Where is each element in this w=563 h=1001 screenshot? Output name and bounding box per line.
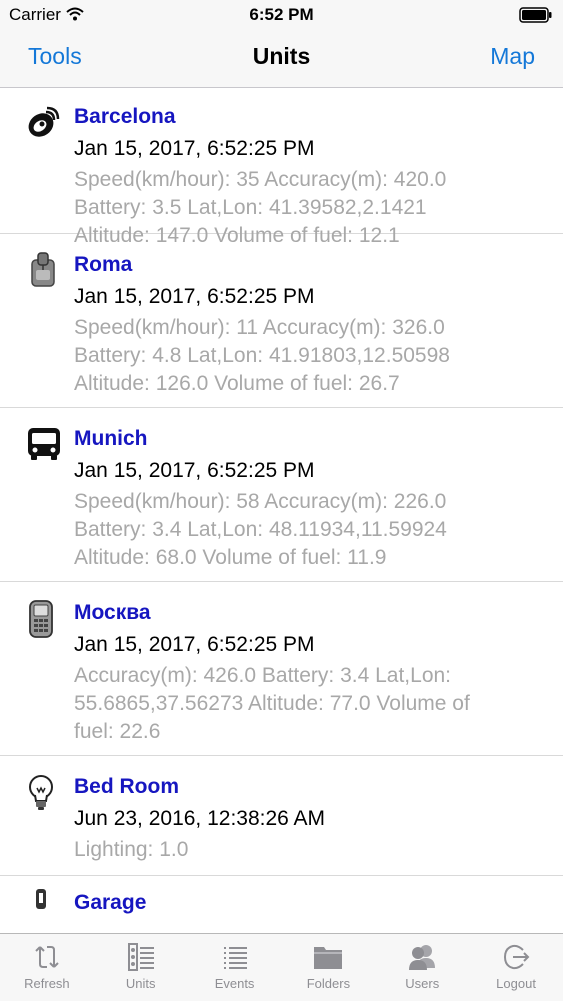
tab-label: Users bbox=[405, 976, 440, 991]
tab-logout[interactable]: Logout bbox=[469, 934, 563, 1001]
tab-label: Logout bbox=[496, 976, 536, 991]
unit-name: Москва bbox=[74, 601, 151, 624]
unit-date: Jan 15, 2017, 6:52:25 PM bbox=[74, 285, 315, 308]
logout-icon bbox=[504, 944, 530, 970]
tab-bar: Refresh Units Events Folders Users Logou… bbox=[0, 933, 563, 1001]
unit-name: Munich bbox=[74, 427, 148, 450]
detail-line: fuel: 22.6 bbox=[74, 720, 161, 743]
units-icon bbox=[127, 943, 154, 971]
tab-users[interactable]: Users bbox=[375, 934, 469, 1001]
detail-line: 55.6865,37.56273 Altitude: 77.0 Volume o… bbox=[74, 692, 470, 715]
detail-line: Altitude: 68.0 Volume of fuel: 11.9 bbox=[74, 546, 387, 569]
map-button[interactable]: Map bbox=[490, 43, 535, 70]
unit-row-garage[interactable]: Garage bbox=[0, 876, 563, 933]
unit-details: Speed(km/hour): 11 Accuracy(m): 326.0 Ba… bbox=[74, 314, 549, 398]
detail-line: Speed(km/hour): 58 Accuracy(m): 226.0 bbox=[74, 490, 447, 513]
unit-name: Bed Room bbox=[74, 775, 179, 798]
unit-date: Jun 23, 2016, 12:38:26 AM bbox=[74, 807, 326, 830]
detail-line: Battery: 4.8 Lat,Lon: 41.91803,12.50598 bbox=[74, 344, 450, 367]
unit-name: Garage bbox=[74, 891, 147, 914]
tab-label: Units bbox=[125, 976, 156, 991]
page-title: Units bbox=[252, 43, 311, 69]
detail-line: Accuracy(m): 426.0 Battery: 3.4 Lat,Lon: bbox=[74, 664, 452, 687]
events-icon bbox=[223, 947, 247, 969]
unit-date: Jan 15, 2017, 6:52:25 PM bbox=[74, 633, 315, 656]
refresh-icon bbox=[35, 946, 59, 968]
tab-refresh[interactable]: Refresh bbox=[0, 934, 94, 1001]
navigation-bar: Tools Units Map bbox=[0, 30, 563, 88]
unit-name: Roma bbox=[74, 253, 133, 276]
detail-line: Lighting: 1.0 bbox=[74, 838, 189, 861]
unit-date: Jan 15, 2017, 6:52:25 PM bbox=[74, 137, 315, 160]
tab-units[interactable]: Units bbox=[94, 934, 188, 1001]
status-time: 6:52 PM bbox=[249, 5, 314, 24]
detail-line: Battery: 3.5 Lat,Lon: 41.39582,2.1421 bbox=[74, 196, 427, 219]
unit-row-bed-room[interactable]: Bed Room Jun 23, 2016, 12:38:26 AM Light… bbox=[0, 756, 563, 876]
folder-icon bbox=[314, 947, 343, 969]
tab-label: Refresh bbox=[24, 976, 70, 991]
tab-events[interactable]: Events bbox=[188, 934, 282, 1001]
unit-details: Lighting: 1.0 bbox=[74, 836, 549, 864]
detail-line: Altitude: 126.0 Volume of fuel: 26.7 bbox=[74, 372, 400, 395]
unit-row-roma[interactable]: Roma Jan 15, 2017, 6:52:25 PM Speed(km/h… bbox=[0, 234, 563, 408]
users-icon bbox=[409, 945, 436, 970]
unit-row-munich[interactable]: Munich Jan 15, 2017, 6:52:25 PM Speed(km… bbox=[0, 408, 563, 582]
satellite-dish-icon bbox=[26, 106, 60, 144]
detail-line: Speed(km/hour): 35 Accuracy(m): 420.0 bbox=[74, 168, 447, 191]
tab-label: Events bbox=[214, 976, 255, 991]
mobile-phone-icon bbox=[26, 600, 60, 638]
detail-line: Battery: 3.4 Lat,Lon: 48.11934,11.59924 bbox=[74, 518, 447, 541]
unit-details: Speed(km/hour): 58 Accuracy(m): 226.0 Ba… bbox=[74, 488, 549, 572]
tab-folders[interactable]: Folders bbox=[281, 934, 375, 1001]
unit-date: Jan 15, 2017, 6:52:25 PM bbox=[74, 459, 315, 482]
tab-label: Folders bbox=[306, 976, 351, 991]
status-bar: Carrier 6:52 PM bbox=[0, 0, 563, 30]
gps-tracker-icon bbox=[26, 252, 60, 290]
units-list: Barcelona Jan 15, 2017, 6:52:25 PM Speed… bbox=[0, 88, 563, 933]
battery-icon bbox=[519, 7, 553, 28]
plug-icon bbox=[26, 888, 60, 926]
unit-details: Accuracy(m): 426.0 Battery: 3.4 Lat,Lon:… bbox=[74, 662, 549, 746]
unit-row-barcelona[interactable]: Barcelona Jan 15, 2017, 6:52:25 PM Speed… bbox=[0, 88, 563, 247]
bus-icon bbox=[26, 426, 60, 464]
detail-line: Speed(km/hour): 11 Accuracy(m): 326.0 bbox=[74, 316, 445, 339]
unit-row-moskva[interactable]: Москва Jan 15, 2017, 6:52:25 PM Accuracy… bbox=[0, 582, 563, 756]
light-bulb-icon bbox=[26, 774, 60, 812]
unit-name: Barcelona bbox=[74, 105, 176, 128]
